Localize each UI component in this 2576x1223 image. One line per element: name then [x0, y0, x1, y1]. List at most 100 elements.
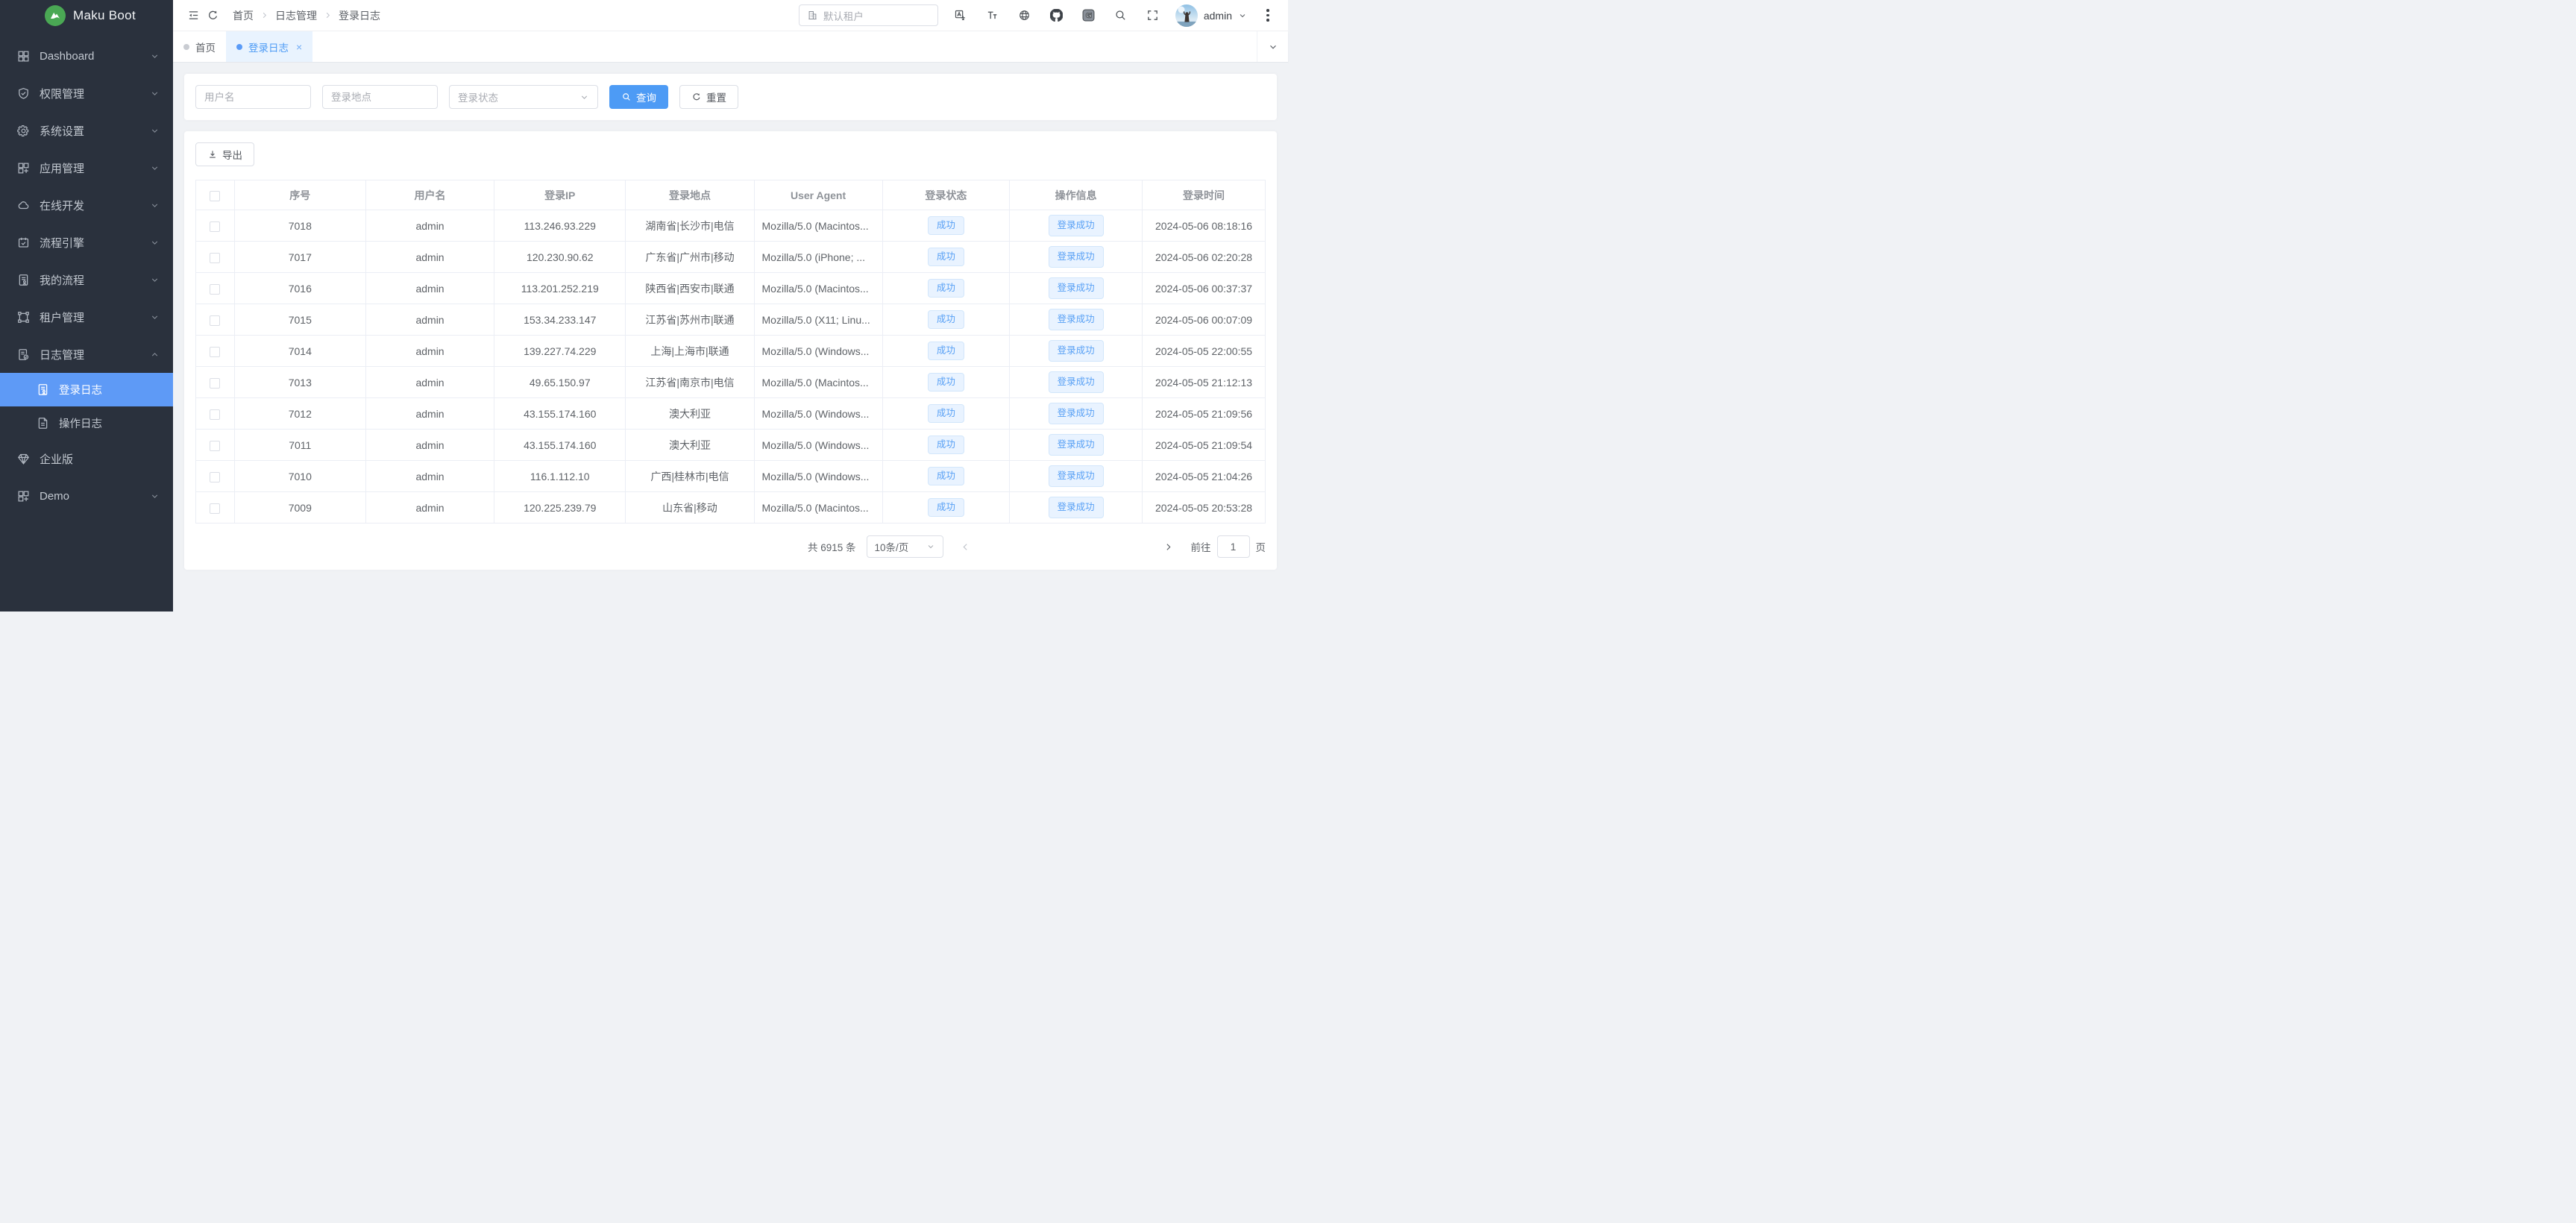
cell-time: 2024-05-05 20:53:28 [1143, 492, 1266, 524]
cell-id: 7011 [234, 430, 365, 461]
prev-page-button[interactable] [955, 535, 976, 558]
username-input[interactable] [195, 85, 311, 109]
cell-user-agent: Mozilla/5.0 (X11; Linu... [754, 304, 882, 336]
page-button[interactable] [1002, 535, 1024, 558]
search-icon[interactable] [1111, 6, 1131, 25]
row-checkbox[interactable] [210, 284, 220, 295]
collapse-sidebar-icon[interactable] [183, 6, 203, 25]
operation-badge[interactable]: 登录成功 [1049, 215, 1104, 237]
sidebar-item-application[interactable]: 应用管理 [0, 149, 173, 186]
operation-badge[interactable]: 登录成功 [1049, 277, 1104, 300]
sidebar-item-online-dev[interactable]: 在线开发 [0, 186, 173, 224]
cell-location: 澳大利亚 [626, 398, 754, 430]
operation-badge[interactable]: 登录成功 [1049, 403, 1104, 425]
chevron-left-icon [961, 542, 970, 552]
sidebar-item-operation-log[interactable]: 操作日志 [0, 406, 173, 440]
operation-badge[interactable]: 登录成功 [1049, 434, 1104, 456]
cell-id: 7016 [234, 273, 365, 304]
grid-icon [16, 49, 31, 63]
doc-check-icon [16, 348, 31, 362]
table-row: 7015 admin 153.34.233.147 江苏省|苏州市|联通 Moz… [196, 304, 1266, 336]
operation-badge[interactable]: 登录成功 [1049, 465, 1104, 488]
status-badge: 成功 [928, 310, 964, 330]
sidebar-item-tenant[interactable]: 租户管理 [0, 298, 173, 336]
table-row: 7018 admin 113.246.93.229 湖南省|长沙市|电信 Moz… [196, 210, 1266, 242]
logo[interactable]: Maku Boot [0, 0, 173, 31]
login-status-select[interactable]: 登录状态 [449, 85, 598, 109]
operation-badge[interactable]: 登录成功 [1049, 497, 1104, 519]
more-pages-button[interactable] [1110, 535, 1132, 558]
sidebar-item-login-log[interactable]: 登录日志 [0, 373, 173, 406]
select-all-checkbox[interactable] [210, 191, 220, 201]
page-button[interactable] [981, 535, 1002, 558]
next-page-button[interactable] [1158, 535, 1179, 558]
breadcrumb-log[interactable]: 日志管理 [275, 8, 317, 23]
tabs-dropdown[interactable] [1257, 31, 1288, 62]
page-button[interactable] [1132, 535, 1154, 558]
row-checkbox[interactable] [210, 472, 220, 482]
page-button[interactable] [1067, 535, 1089, 558]
row-checkbox[interactable] [210, 503, 220, 514]
close-tab-icon[interactable]: × [296, 42, 302, 52]
reset-button-label: 重置 [706, 89, 726, 104]
tab-home[interactable]: 首页 [173, 31, 226, 62]
tab-login-log[interactable]: 登录日志 × [226, 31, 312, 62]
avatar[interactable] [1175, 4, 1198, 27]
status-badge: 成功 [928, 467, 964, 486]
refresh-icon[interactable] [203, 6, 222, 25]
export-button-label: 导出 [222, 147, 242, 162]
tenant-select[interactable]: 默认租户 [799, 4, 938, 26]
page-button[interactable] [1046, 535, 1067, 558]
chevron-down-icon [150, 89, 160, 98]
page-button[interactable] [1024, 535, 1046, 558]
chevron-right-icon [260, 11, 268, 19]
sidebar-item-permission[interactable]: 权限管理 [0, 75, 173, 112]
page-size-select[interactable]: 10条/页 [867, 535, 943, 558]
sidebar-item-demo[interactable]: Demo [0, 477, 173, 515]
page-button[interactable] [1089, 535, 1110, 558]
export-button[interactable]: 导出 [195, 142, 254, 166]
sidebar-item-flow-engine[interactable]: 流程引擎 [0, 224, 173, 261]
row-checkbox[interactable] [210, 378, 220, 389]
login-location-input[interactable] [322, 85, 438, 109]
row-checkbox[interactable] [210, 441, 220, 451]
breadcrumb-home[interactable]: 首页 [233, 8, 254, 23]
operation-badge[interactable]: 登录成功 [1049, 371, 1104, 394]
cell-location: 湖南省|长沙市|电信 [626, 210, 754, 242]
sidebar-item-log[interactable]: 日志管理 [0, 336, 173, 373]
cell-user-agent: Mozilla/5.0 (Windows... [754, 461, 882, 492]
fullscreen-icon[interactable] [1143, 6, 1163, 25]
translate-icon[interactable] [951, 6, 970, 25]
row-checkbox[interactable] [210, 347, 220, 357]
cloud-icon [16, 198, 31, 213]
cell-username: admin [365, 336, 494, 367]
github-icon[interactable] [1047, 6, 1066, 25]
user-menu[interactable]: admin [1175, 4, 1247, 27]
operation-badge[interactable]: 登录成功 [1049, 246, 1104, 268]
globe-icon[interactable] [1015, 6, 1034, 25]
goto-page-input[interactable] [1217, 535, 1250, 558]
operation-badge[interactable]: 登录成功 [1049, 309, 1104, 331]
chevron-down-icon [150, 238, 160, 248]
more-options-icon[interactable] [1261, 9, 1275, 22]
status-badge: 成功 [928, 279, 964, 298]
row-checkbox[interactable] [210, 253, 220, 263]
app-root: Maku Boot Dashboard 权限管理 系统设置 应用管理 在线开发 … [0, 0, 1288, 612]
sidebar-item-my-flow[interactable]: 我的流程 [0, 261, 173, 298]
sidebar-item-dashboard[interactable]: Dashboard [0, 37, 173, 75]
doc-lines-icon [36, 416, 50, 430]
reset-button[interactable]: 重置 [679, 85, 738, 109]
login-log-table: 序号 用户名 登录IP 登录地点 User Agent 登录状态 操作信息 登录… [195, 180, 1266, 524]
search-button[interactable]: 查询 [609, 85, 668, 109]
sidebar-item-system[interactable]: 系统设置 [0, 112, 173, 149]
row-checkbox[interactable] [210, 315, 220, 326]
row-checkbox[interactable] [210, 409, 220, 420]
sidebar-item-enterprise[interactable]: 企业版 [0, 440, 173, 477]
font-size-icon[interactable] [983, 6, 1002, 25]
gitee-icon[interactable] [1079, 6, 1099, 25]
row-checkbox[interactable] [210, 221, 220, 232]
cell-id: 7018 [234, 210, 365, 242]
operation-badge[interactable]: 登录成功 [1049, 340, 1104, 362]
cell-ip: 153.34.233.147 [494, 304, 626, 336]
cell-username: admin [365, 398, 494, 430]
